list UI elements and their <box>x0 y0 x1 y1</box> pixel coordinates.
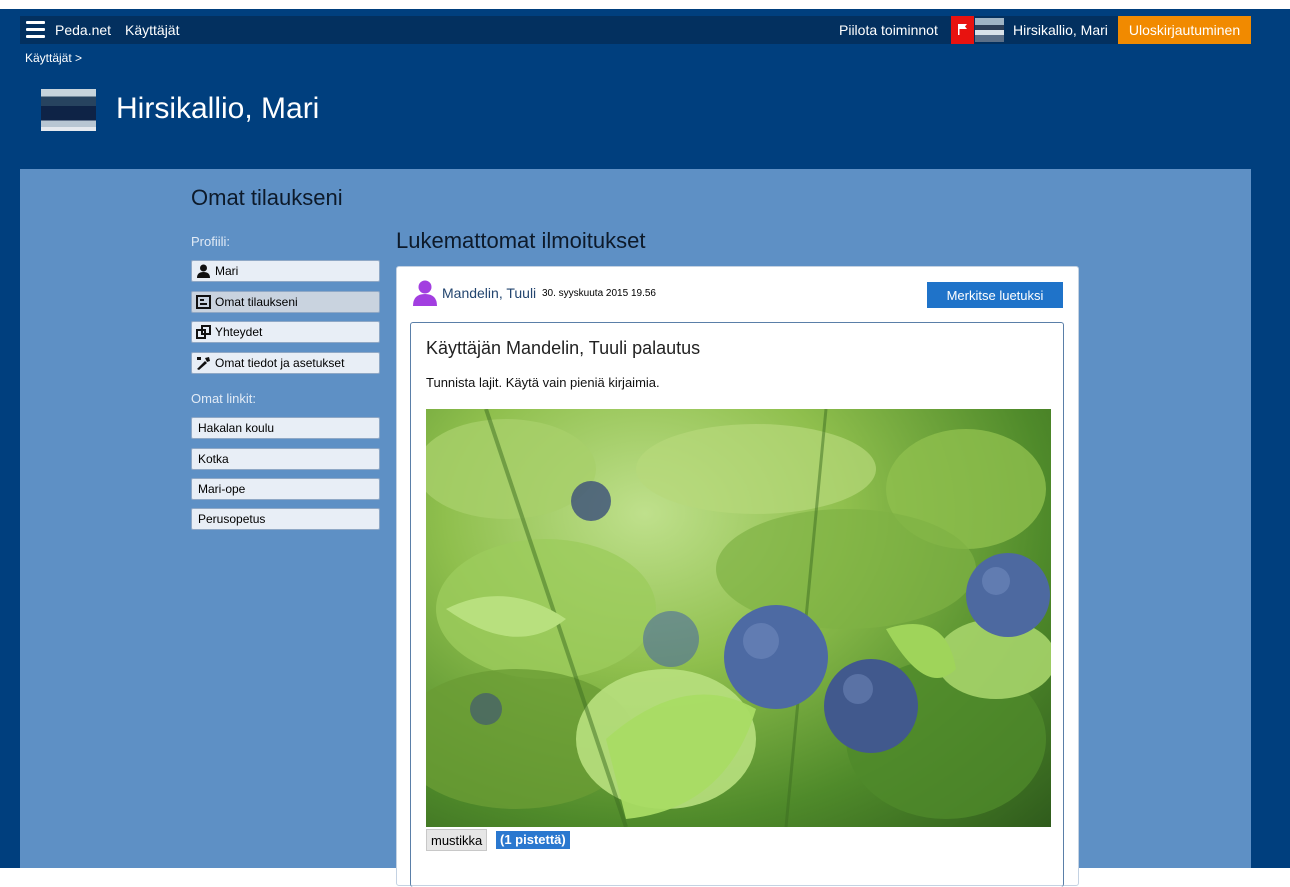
sidebar-link-hakalan-koulu[interactable]: Hakalan koulu <box>191 417 380 439</box>
main-content: Omat tilaukseni Profiili: Mari Omat tila… <box>20 169 1251 887</box>
sidebar-item-mari[interactable]: Mari <box>191 260 380 282</box>
links-label: Omat linkit: <box>191 391 257 406</box>
sidebar-item-settings[interactable]: Omat tiedot ja asetukset <box>191 352 380 374</box>
blueberry-photo <box>426 409 1051 827</box>
points-badge: (1 pistettä) <box>496 831 570 849</box>
brand-link[interactable]: Peda.net <box>55 22 111 38</box>
user-avatar-small[interactable] <box>975 18 1004 42</box>
profile-avatar <box>41 89 96 131</box>
breadcrumb[interactable]: Käyttäjät > <box>25 51 82 65</box>
subscriptions-icon <box>196 295 211 309</box>
settings-tools-icon <box>197 357 210 370</box>
page-title: Hirsikallio, Mari <box>116 92 320 125</box>
connections-icon <box>196 325 211 339</box>
sidebar-link-perusopetus[interactable]: Perusopetus <box>191 508 380 530</box>
submission-panel: Käyttäjän Mandelin, Tuuli palautus Tunni… <box>410 322 1064 887</box>
sidebar-link-kotka[interactable]: Kotka <box>191 448 380 470</box>
section-title: Omat tilaukseni <box>191 185 343 210</box>
logout-button[interactable]: Uloskirjautuminen <box>1118 16 1251 44</box>
flag-icon[interactable] <box>951 16 974 44</box>
author-link[interactable]: Mandelin, Tuuli <box>442 285 536 301</box>
sidebar-item-label: Omat tilaukseni <box>215 295 298 309</box>
profile-label: Profiili: <box>191 234 231 249</box>
notifications-title: Lukemattomat ilmoitukset <box>396 228 646 253</box>
sidebar-item-label: Yhteydet <box>215 325 263 339</box>
hide-actions-link[interactable]: Piilota toiminnot <box>839 22 938 38</box>
person-icon <box>197 264 210 278</box>
sidebar-item-label: Omat tiedot ja asetukset <box>215 356 345 370</box>
sidebar-item-label: Mari <box>215 264 239 278</box>
notification-date: 30. syyskuuta 2015 19.56 <box>542 288 656 299</box>
users-link[interactable]: Käyttäjät <box>125 22 179 38</box>
sidebar-item-connections[interactable]: Yhteydet <box>191 321 380 343</box>
submission-instruction: Tunnista lajit. Käytä vain pieniä kirjai… <box>426 375 660 390</box>
user-name-link[interactable]: Hirsikallio, Mari <box>1013 22 1108 38</box>
sidebar-link-mari-ope[interactable]: Mari-ope <box>191 478 380 500</box>
notification-card: Mandelin, Tuuli 30. syyskuuta 2015 19.56… <box>396 266 1079 887</box>
top-navigation-bar: Peda.net Käyttäjät Piilota toiminnot Hir… <box>20 16 1251 44</box>
answer-tag: mustikka <box>426 829 488 851</box>
sidebar-item-subscriptions[interactable]: Omat tilaukseni <box>191 291 380 313</box>
user-profile-icon <box>413 280 437 306</box>
hamburger-menu-icon[interactable] <box>26 21 45 39</box>
mark-as-read-button[interactable]: Merkitse luetuksi <box>927 282 1063 308</box>
submission-title: Käyttäjän Mandelin, Tuuli palautus <box>426 338 701 358</box>
